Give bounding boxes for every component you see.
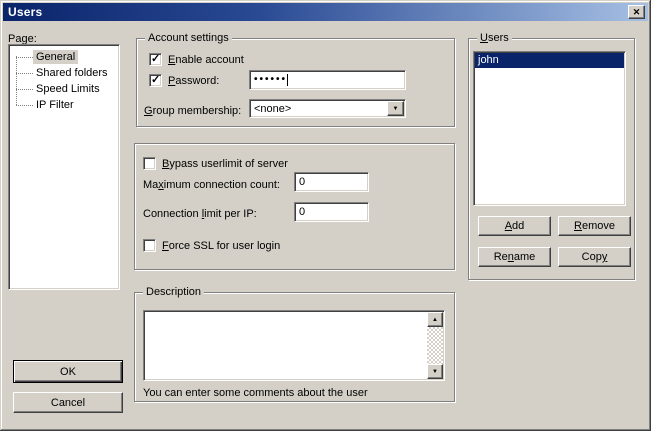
- tree-branch-line: [16, 105, 33, 106]
- scroll-down-button[interactable]: ▼: [427, 364, 443, 379]
- connection-limit-per-ip-label: Connection limit per IP:: [143, 208, 257, 221]
- page-item-label[interactable]: Speed Limits: [33, 82, 103, 96]
- titlebar: Users ✕: [3, 3, 648, 21]
- password-masked-value: ••••••: [254, 75, 287, 85]
- tree-branch-line: [16, 73, 33, 74]
- description-scrollbar[interactable]: ▲ ▼: [427, 312, 443, 379]
- connection-limit-per-ip-value: 0: [299, 206, 305, 218]
- group-membership-select[interactable]: <none> ▼: [249, 99, 406, 118]
- force-ssl-label: Force SSL for user login: [162, 240, 280, 253]
- copy-user-button[interactable]: Copy: [558, 247, 631, 267]
- text-cursor: [287, 74, 288, 86]
- description-caption: You can enter some comments about the us…: [143, 387, 368, 400]
- bypass-userlimit-checkbox[interactable]: [143, 157, 156, 170]
- users-listbox[interactable]: john: [473, 51, 626, 206]
- tree-branch-line: [16, 57, 33, 58]
- connection-limits-group: Bypass userlimit of server Maximum conne…: [134, 143, 455, 270]
- description-title: Description: [143, 286, 204, 299]
- window-title: Users: [3, 5, 42, 19]
- password-input[interactable]: ••••••: [249, 70, 406, 90]
- remove-user-button[interactable]: Remove: [558, 216, 631, 236]
- add-user-button[interactable]: Add: [478, 216, 551, 236]
- max-connection-count-input[interactable]: 0: [294, 172, 369, 192]
- chevron-up-icon: ▲: [432, 317, 438, 323]
- page-item-general[interactable]: General: [9, 49, 119, 65]
- enable-account-checkbox[interactable]: [149, 53, 162, 66]
- combo-dropdown-button[interactable]: ▼: [387, 101, 404, 116]
- page-item-label[interactable]: Shared folders: [33, 66, 111, 80]
- cancel-button[interactable]: Cancel: [13, 392, 123, 413]
- password-checkbox[interactable]: [149, 74, 162, 87]
- page-item-label[interactable]: General: [33, 50, 78, 64]
- description-group: Description ▲ ▼ You can enter some comme…: [134, 292, 455, 402]
- tree-guide-line: [16, 56, 17, 105]
- group-membership-label: Group membership:: [144, 105, 241, 118]
- ok-button[interactable]: OK: [13, 360, 123, 383]
- account-settings-title: Account settings: [145, 32, 232, 45]
- description-textarea[interactable]: ▲ ▼: [143, 310, 445, 381]
- account-settings-group: Account settings Enable account Password…: [136, 38, 455, 127]
- close-button[interactable]: ✕: [628, 5, 645, 19]
- page-item-label[interactable]: IP Filter: [33, 98, 77, 112]
- chevron-down-icon: ▼: [432, 369, 438, 375]
- users-dialog: Users ✕ Page: General Shared folders Spe…: [0, 0, 651, 431]
- users-group: Users john Add Remove Rename Copy: [468, 38, 635, 280]
- users-group-title: Users: [477, 32, 512, 45]
- force-ssl-checkbox[interactable]: [143, 239, 156, 252]
- max-connection-count-label: Maximum connection count:: [143, 179, 280, 192]
- page-item-ip-filter[interactable]: IP Filter: [9, 97, 119, 113]
- scroll-up-button[interactable]: ▲: [427, 312, 443, 327]
- max-connection-count-value: 0: [299, 176, 305, 188]
- scrollbar-track[interactable]: [427, 327, 443, 364]
- tree-branch-line: [16, 89, 33, 90]
- bypass-userlimit-label: Bypass userlimit of server: [162, 158, 288, 171]
- close-icon: ✕: [633, 7, 641, 17]
- page-item-shared-folders[interactable]: Shared folders: [9, 65, 119, 81]
- user-list-item[interactable]: john: [475, 53, 624, 68]
- page-tree[interactable]: General Shared folders Speed Limits IP F…: [8, 44, 120, 290]
- rename-user-button[interactable]: Rename: [478, 247, 551, 267]
- group-membership-value: <none>: [254, 103, 291, 115]
- page-item-speed-limits[interactable]: Speed Limits: [9, 81, 119, 97]
- enable-account-label: Enable account: [168, 54, 244, 67]
- password-label: Password:: [168, 75, 219, 88]
- connection-limit-per-ip-input[interactable]: 0: [294, 202, 369, 222]
- chevron-down-icon: ▼: [393, 106, 399, 112]
